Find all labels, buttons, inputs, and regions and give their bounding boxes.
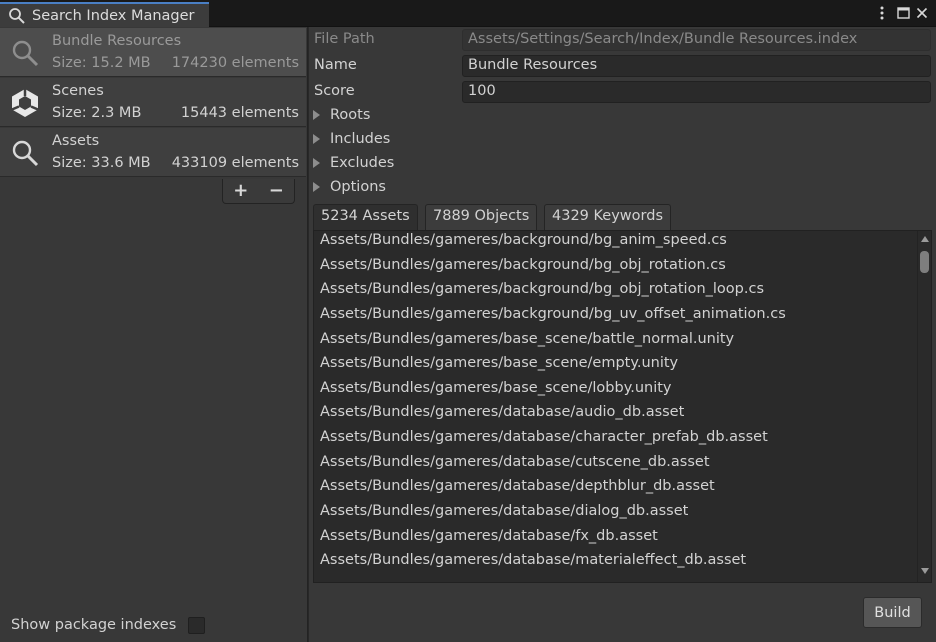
list-item[interactable]: Assets/Bundles/gameres/background/bg_obj…: [314, 256, 918, 281]
tab-objects[interactable]: 7889 Objects: [425, 204, 538, 231]
list-item[interactable]: Assets/Bundles/gameres/database/dialog_d…: [314, 502, 918, 527]
list-item[interactable]: Assets/Bundles/gameres/database/characte…: [314, 428, 918, 453]
kebab-menu-icon[interactable]: [874, 4, 890, 22]
list-scrollbar[interactable]: [917, 231, 931, 582]
index-details-pane: File Path Assets/Settings/Search/Index/B…: [309, 27, 936, 642]
foldout-label: Includes: [330, 131, 391, 147]
tab-assets[interactable]: 5234 Assets: [313, 204, 418, 232]
list-item[interactable]: Assets/Bundles/gameres/background/bg_obj…: [314, 280, 918, 305]
window-tab-bar: Search Index Manager: [0, 0, 936, 27]
tab-title: Search Index Manager: [32, 7, 195, 24]
list-item[interactable]: Assets/Bundles/gameres/database/audio_db…: [314, 403, 918, 428]
foldout-roots[interactable]: Roots: [313, 107, 370, 123]
index-element-count: 174230 elements: [171, 55, 299, 71]
foldout-arrow-icon: [313, 110, 320, 120]
search-icon: [12, 140, 39, 167]
foldout-excludes[interactable]: Excludes: [313, 155, 394, 171]
add-index-button[interactable]: +: [233, 182, 248, 200]
add-remove-toolbar: + −: [222, 179, 295, 204]
index-item-scenes[interactable]: Scenes Size: 2.3 MB 15443 elements: [0, 78, 306, 127]
search-icon: [12, 40, 39, 67]
index-size: Size: 2.3 MB: [52, 105, 142, 121]
list-item[interactable]: Assets/Bundles/gameres/database/cutscene…: [314, 453, 918, 478]
foldout-arrow-icon: [313, 134, 320, 144]
list-item[interactable]: Assets/Bundles/gameres/base_scene/lobby.…: [314, 379, 918, 404]
foldout-label: Excludes: [330, 155, 395, 171]
foldout-options[interactable]: Options: [313, 179, 386, 195]
name-field[interactable]: Bundle Resources: [462, 55, 931, 77]
index-element-count: 15443 elements: [180, 105, 299, 121]
file-path-label: File Path: [314, 31, 375, 47]
index-name: Scenes: [52, 83, 104, 99]
foldout-arrow-icon: [313, 182, 320, 192]
foldout-arrow-icon: [313, 158, 320, 168]
scroll-up-arrow-icon[interactable]: [921, 236, 929, 242]
scrollbar-thumb[interactable]: [920, 251, 929, 273]
index-item-assets[interactable]: Assets Size: 33.6 MB 433109 elements: [0, 128, 306, 177]
list-item[interactable]: Assets/Bundles/gameres/database/material…: [314, 551, 918, 576]
show-package-indexes-label: Show package indexes: [11, 617, 177, 633]
foldout-label: Roots: [330, 107, 371, 123]
tab-keywords[interactable]: 4329 Keywords: [544, 204, 671, 231]
index-name: Assets: [52, 133, 100, 149]
maximize-icon[interactable]: [895, 4, 911, 22]
asset-list[interactable]: Assets/Bundles/gameres/background/bg_ani…: [313, 230, 932, 583]
show-package-indexes-checkbox[interactable]: [188, 617, 205, 634]
list-item[interactable]: Assets/Bundles/gameres/background/bg_ani…: [314, 231, 918, 256]
name-label: Name: [314, 57, 357, 73]
score-label: Score: [314, 83, 355, 99]
list-item[interactable]: Assets/Bundles/gameres/base_scene/battle…: [314, 330, 918, 355]
list-item[interactable]: Assets/Bundles/gameres/base_scene/empty.…: [314, 354, 918, 379]
scroll-down-arrow-icon[interactable]: [921, 568, 929, 574]
index-element-count: 433109 elements: [171, 155, 299, 171]
index-size: Size: 15.2 MB: [52, 55, 151, 71]
list-item[interactable]: Assets/Bundles/gameres/database/depthblu…: [314, 477, 918, 502]
search-icon: [9, 7, 25, 24]
build-button[interactable]: Build: [863, 597, 922, 628]
index-name: Bundle Resources: [52, 33, 182, 49]
close-icon[interactable]: [914, 4, 930, 22]
index-size: Size: 33.6 MB: [52, 155, 151, 171]
foldout-label: Options: [330, 179, 386, 195]
list-item[interactable]: Assets/Bundles/gameres/database/fx_db.as…: [314, 527, 918, 552]
unity-logo-icon: [11, 89, 39, 117]
tab-search-index-manager[interactable]: Search Index Manager: [0, 2, 209, 27]
index-list-pane: Bundle Resources Size: 15.2 MB 174230 el…: [0, 27, 308, 642]
list-item[interactable]: Assets/Bundles/gameres/background/bg_uv_…: [314, 305, 918, 330]
score-field[interactable]: 100: [462, 81, 931, 103]
index-item-bundle-resources[interactable]: Bundle Resources Size: 15.2 MB 174230 el…: [0, 28, 306, 77]
file-path-field: Assets/Settings/Search/Index/Bundle Reso…: [462, 29, 931, 51]
foldout-includes[interactable]: Includes: [313, 131, 390, 147]
remove-index-button[interactable]: −: [269, 182, 284, 200]
